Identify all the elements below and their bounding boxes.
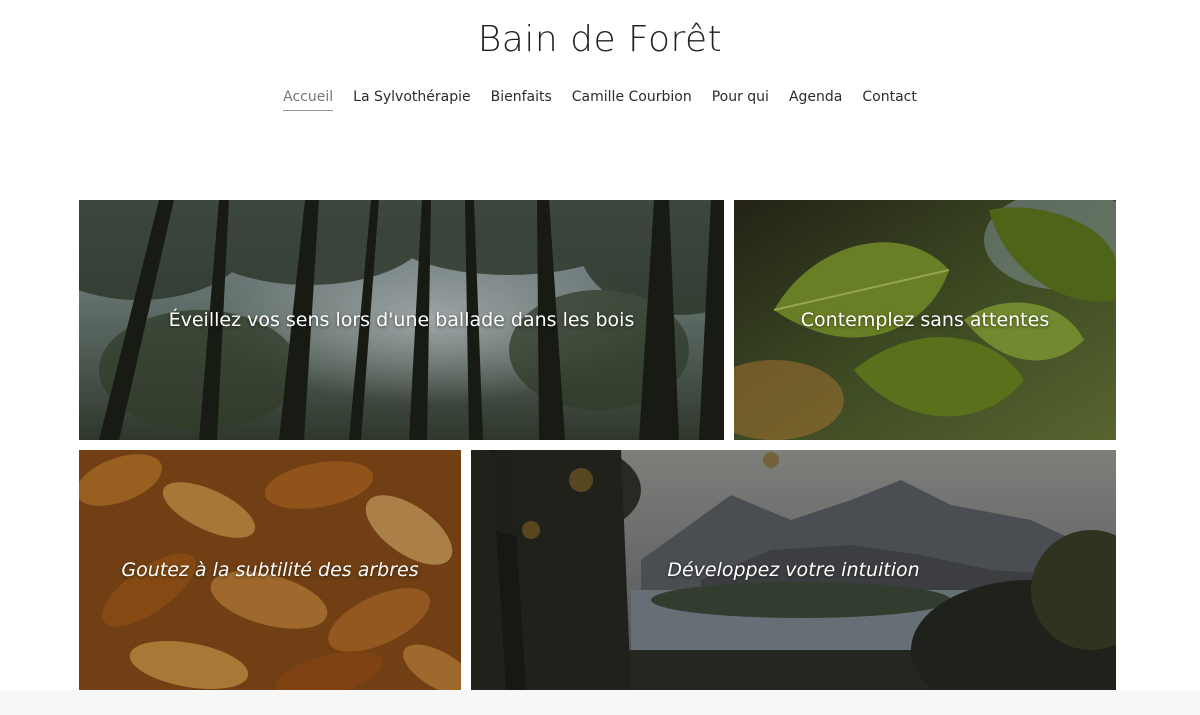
gallery-tile-lake[interactable]: Développez votre intuition [471,450,1116,690]
tile-caption: Développez votre intuition [667,559,920,581]
nav-item-camille-courbion[interactable]: Camille Courbion [572,86,692,111]
tile-caption: Contemplez sans attentes [800,309,1050,331]
nav-item-accueil[interactable]: Accueil [283,86,334,111]
page-footer-band [0,690,1200,715]
main-nav: Accueil La Sylvothérapie Bienfaits Camil… [0,86,1200,111]
gallery-tile-leaves[interactable]: Contemplez sans attentes [734,200,1116,440]
nav-item-pour-qui[interactable]: Pour qui [712,86,769,111]
gallery-tile-forest[interactable]: Éveillez vos sens lors d'une ballade dan… [79,200,724,440]
nav-item-agenda[interactable]: Agenda [789,86,842,111]
nav-item-sylvotherapie[interactable]: La Sylvothérapie [353,86,470,111]
tile-caption: Goutez à la subtilité des arbres [121,559,419,581]
tile-caption: Éveillez vos sens lors d'une ballade dan… [168,309,635,331]
gallery-tile-autumn[interactable]: Goutez à la subtilité des arbres [79,450,461,690]
nav-item-contact[interactable]: Contact [862,86,916,111]
nav-item-bienfaits[interactable]: Bienfaits [491,86,552,111]
site-title[interactable]: Bain de Forêt [0,16,1200,64]
